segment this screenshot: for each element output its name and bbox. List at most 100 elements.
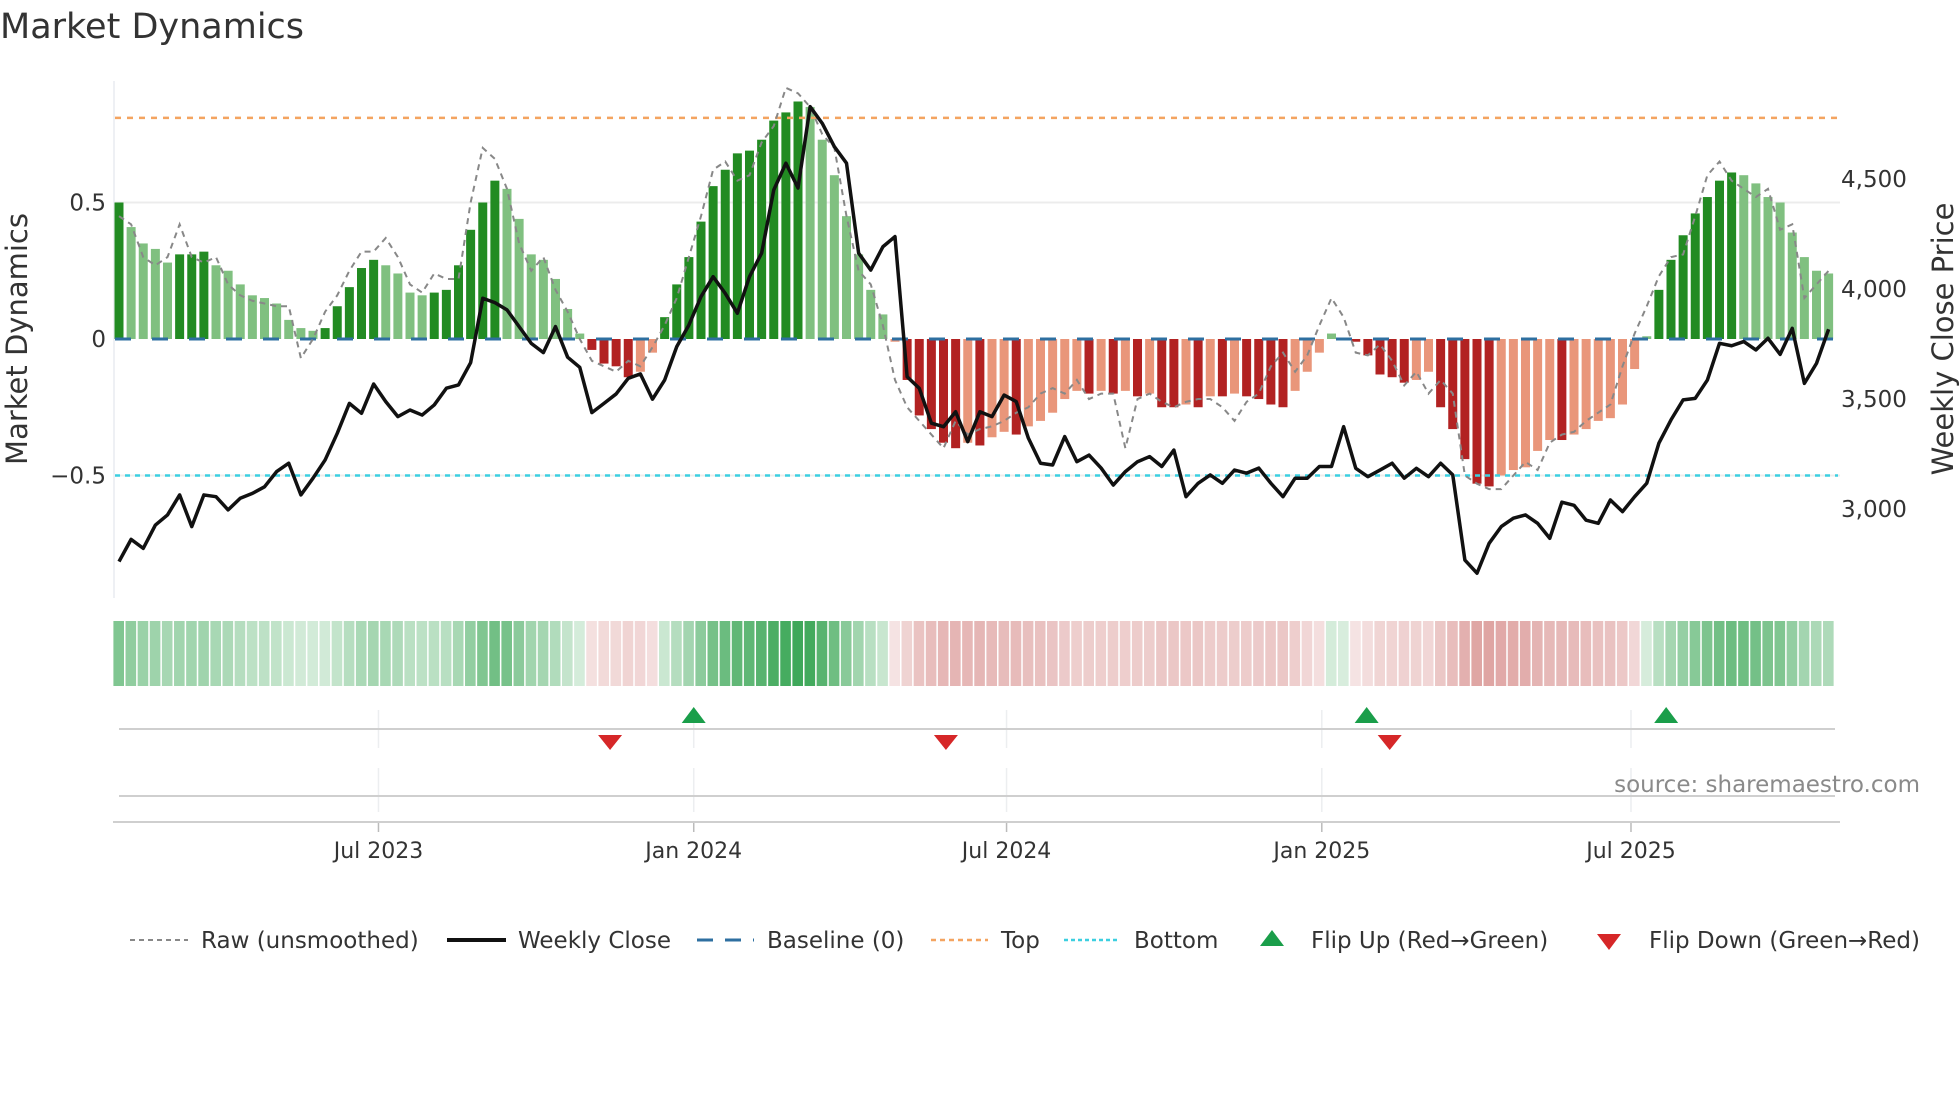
dynamics-bar xyxy=(1193,339,1203,408)
heat-cell xyxy=(1192,621,1204,686)
heat-cell xyxy=(719,621,731,686)
heat-cell xyxy=(780,621,791,686)
heat-cell xyxy=(440,621,452,686)
dynamics-bar xyxy=(563,308,573,339)
heat-cell xyxy=(598,621,609,686)
heat-cell xyxy=(1762,621,1773,686)
heat-cell xyxy=(1144,621,1155,686)
dynamics-bar xyxy=(344,287,354,339)
heat-cell xyxy=(137,621,149,686)
flip-down-marker xyxy=(933,735,958,750)
heat-cell xyxy=(343,621,355,686)
heat-cell xyxy=(925,621,937,686)
dynamics-bar xyxy=(1460,339,1470,460)
y-axis-label-left: Market Dynamics xyxy=(0,213,34,465)
heat-cell xyxy=(1713,621,1725,686)
heat-cell xyxy=(1180,621,1191,686)
heat-cell xyxy=(1750,621,1761,686)
heat-cell xyxy=(222,621,234,686)
flip-panel: Jul 2023 Jan 2024 Jul 2024 Jan 2025 Jul 2025 xyxy=(113,707,1840,864)
dynamics-bar xyxy=(296,328,306,339)
dynamics-bar xyxy=(611,339,621,367)
heat-cell xyxy=(768,621,779,686)
heat-cell xyxy=(1532,621,1543,686)
dynamics-bar xyxy=(1363,339,1373,356)
heat-cell xyxy=(828,621,840,686)
heat-cell xyxy=(562,621,573,686)
heat-cell xyxy=(1253,621,1264,686)
heat-cell xyxy=(610,621,622,686)
heat-cell xyxy=(1119,621,1131,686)
heat-cell xyxy=(1592,621,1604,686)
legend-item-close[interactable]: Weekly Close xyxy=(447,928,671,954)
dynamics-bar xyxy=(587,339,597,350)
dynamics-bar xyxy=(1751,183,1761,339)
dynamics-bar xyxy=(417,295,427,339)
legend-item-flip-up[interactable]: Flip Up (Red→Green) xyxy=(1260,928,1548,954)
heat-cell xyxy=(392,621,403,686)
heat-cell xyxy=(986,621,997,686)
heat-cell xyxy=(1350,621,1361,686)
dynamics-bar xyxy=(720,169,730,339)
dynamics-bar xyxy=(441,289,451,339)
heat-cell xyxy=(1301,621,1313,686)
legend-item-flip-down[interactable]: Flip Down (Green→Red) xyxy=(1597,928,1920,954)
flip-up-icon xyxy=(1260,930,1284,946)
heat-cell xyxy=(913,621,925,686)
dynamics-bar xyxy=(1169,339,1179,408)
heat-cell xyxy=(1241,621,1252,686)
x-tick-label: Jul 2024 xyxy=(960,839,1052,864)
dynamics-bar xyxy=(781,112,791,339)
legend-raw-label: Raw (unsmoothed) xyxy=(201,928,419,954)
heat-cell xyxy=(1034,621,1046,686)
dynamics-bar xyxy=(1690,213,1700,339)
heat-cell xyxy=(537,621,549,686)
heat-cell xyxy=(331,621,343,686)
dynamics-bar xyxy=(1036,339,1045,421)
heat-cell xyxy=(962,621,973,686)
heat-cell xyxy=(1047,621,1058,686)
heat-cell xyxy=(853,621,864,686)
heat-cell xyxy=(1422,621,1434,686)
dynamics-bar xyxy=(1593,339,1603,421)
heat-cell xyxy=(1629,621,1640,686)
dynamics-bar xyxy=(1545,339,1555,441)
dynamics-bar xyxy=(1205,339,1215,397)
dynamics-bar xyxy=(1787,232,1797,339)
dynamics-bar xyxy=(1060,339,1070,400)
heat-cell xyxy=(1786,621,1798,686)
dynamics-bar xyxy=(1775,202,1785,339)
heat-cell xyxy=(355,621,367,686)
legend-item-top[interactable]: Top xyxy=(931,928,1040,954)
heat-cell xyxy=(1265,621,1276,686)
dynamics-bar xyxy=(163,262,172,339)
heat-cell xyxy=(161,621,173,686)
dynamics-bar xyxy=(538,259,548,339)
dynamics-bar xyxy=(1181,339,1191,405)
dynamics-bar xyxy=(1727,172,1737,339)
dynamics-bar xyxy=(272,303,282,339)
dynamics-bar xyxy=(381,265,391,339)
dynamics-bar xyxy=(1569,339,1579,435)
heat-cell xyxy=(1010,621,1022,686)
heat-cell xyxy=(707,621,719,686)
dynamics-bar xyxy=(1618,339,1627,405)
heat-cell xyxy=(307,621,318,686)
dynamics-bar xyxy=(1521,339,1530,468)
legend-item-raw[interactable]: Raw (unsmoothed) xyxy=(130,928,419,954)
dynamics-bar xyxy=(1557,339,1567,441)
heat-cell xyxy=(513,621,525,686)
flip-up-marker xyxy=(681,707,706,723)
right-tick-label: 4,000 xyxy=(1841,277,1907,303)
heat-cell xyxy=(149,621,161,686)
legend-item-baseline[interactable]: Baseline (0) xyxy=(697,928,904,954)
legend-item-bottom[interactable]: Bottom xyxy=(1064,928,1218,954)
heat-cell xyxy=(1131,621,1143,686)
dynamics-bar xyxy=(829,175,839,339)
dynamics-bar xyxy=(1715,180,1724,339)
heat-cell xyxy=(1798,621,1810,686)
legend: Raw (unsmoothed) Weekly Close Baseline (… xyxy=(130,928,1920,954)
dynamics-bar xyxy=(1096,339,1106,391)
y-axis-label-right: Weekly Close Price xyxy=(1926,203,1960,476)
heat-cell xyxy=(1435,621,1446,686)
